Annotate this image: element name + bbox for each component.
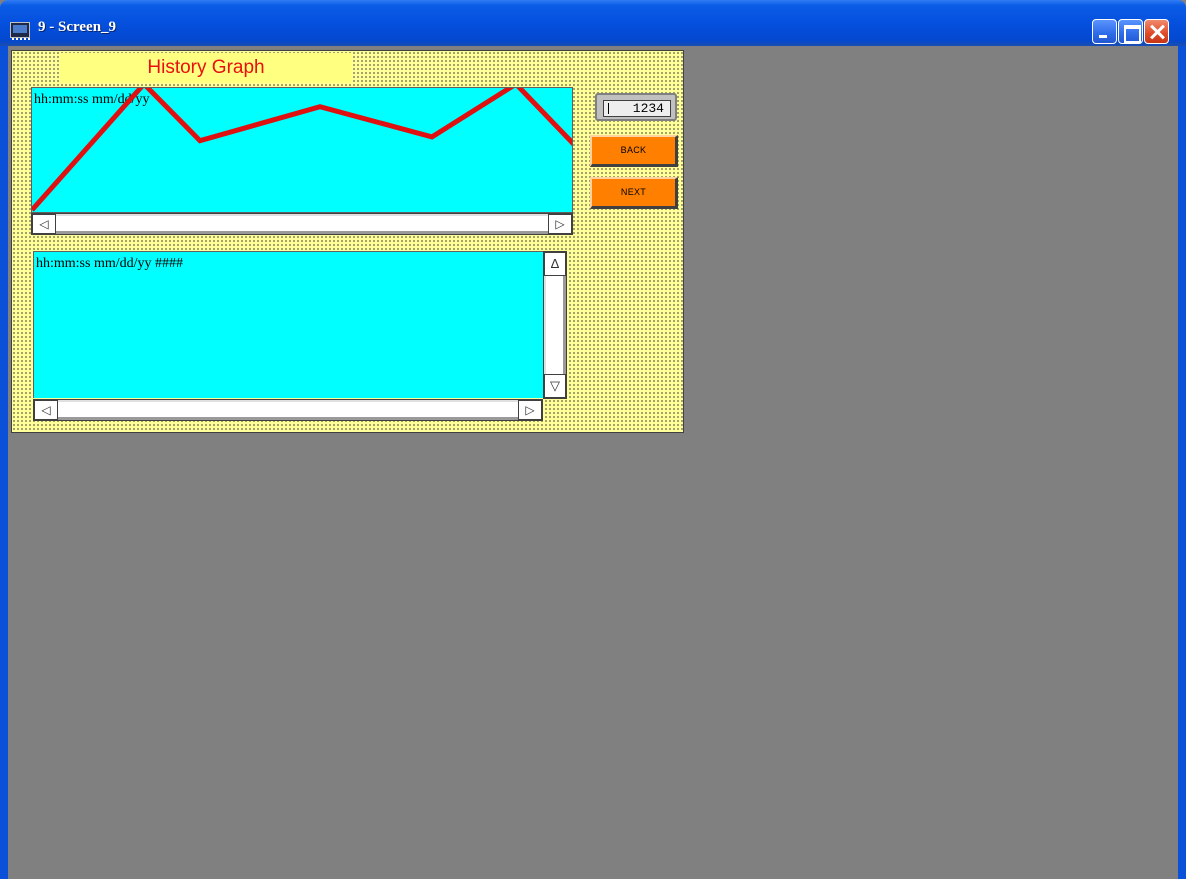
scroll-left-icon[interactable]: ◁ <box>34 400 58 420</box>
log-entry-label: hh:mm:ss mm/dd/yy #### <box>36 256 184 271</box>
scroll-right-icon[interactable]: ▷ <box>548 214 572 234</box>
window-frame-left <box>0 46 8 879</box>
minimize-button[interactable] <box>1092 19 1117 44</box>
back-button[interactable]: BACK <box>590 135 678 167</box>
log-vertical-scrollbar[interactable]: Δ ▽ <box>543 251 567 399</box>
maximize-button[interactable] <box>1118 19 1143 44</box>
window-title: 9 - Screen_9 <box>38 19 117 35</box>
graph-horizontal-scrollbar[interactable]: ◁ ▷ <box>31 213 573 235</box>
trend-line <box>32 88 572 212</box>
trend-chart <box>32 88 572 212</box>
window-frame-right <box>1178 46 1186 879</box>
history-graph-panel: History Graph hh:mm:ss mm/dd/yy ◁ ▷ hh:m… <box>11 50 684 433</box>
log-horizontal-scrollbar[interactable]: ◁ ▷ <box>33 399 543 421</box>
monitor-icon <box>10 22 30 40</box>
history-log-list[interactable]: hh:mm:ss mm/dd/yy #### <box>33 251 543 398</box>
scroll-left-icon[interactable]: ◁ <box>32 214 56 234</box>
close-button[interactable] <box>1144 19 1169 44</box>
title-bar[interactable]: 9 - Screen_9 <box>0 0 1186 46</box>
next-button[interactable]: NEXT <box>590 177 678 209</box>
counter-value: 1234 <box>603 100 671 117</box>
panel-title: History Graph <box>60 53 352 83</box>
history-graph: hh:mm:ss mm/dd/yy <box>31 87 573 213</box>
scroll-up-icon[interactable]: Δ <box>544 252 566 276</box>
counter-display: 1234 <box>595 93 677 121</box>
scroll-right-icon[interactable]: ▷ <box>518 400 542 420</box>
scroll-down-icon[interactable]: ▽ <box>544 374 566 398</box>
app-window: 9 - Screen_9 History Graph hh:mm:ss mm/d… <box>0 0 1186 879</box>
